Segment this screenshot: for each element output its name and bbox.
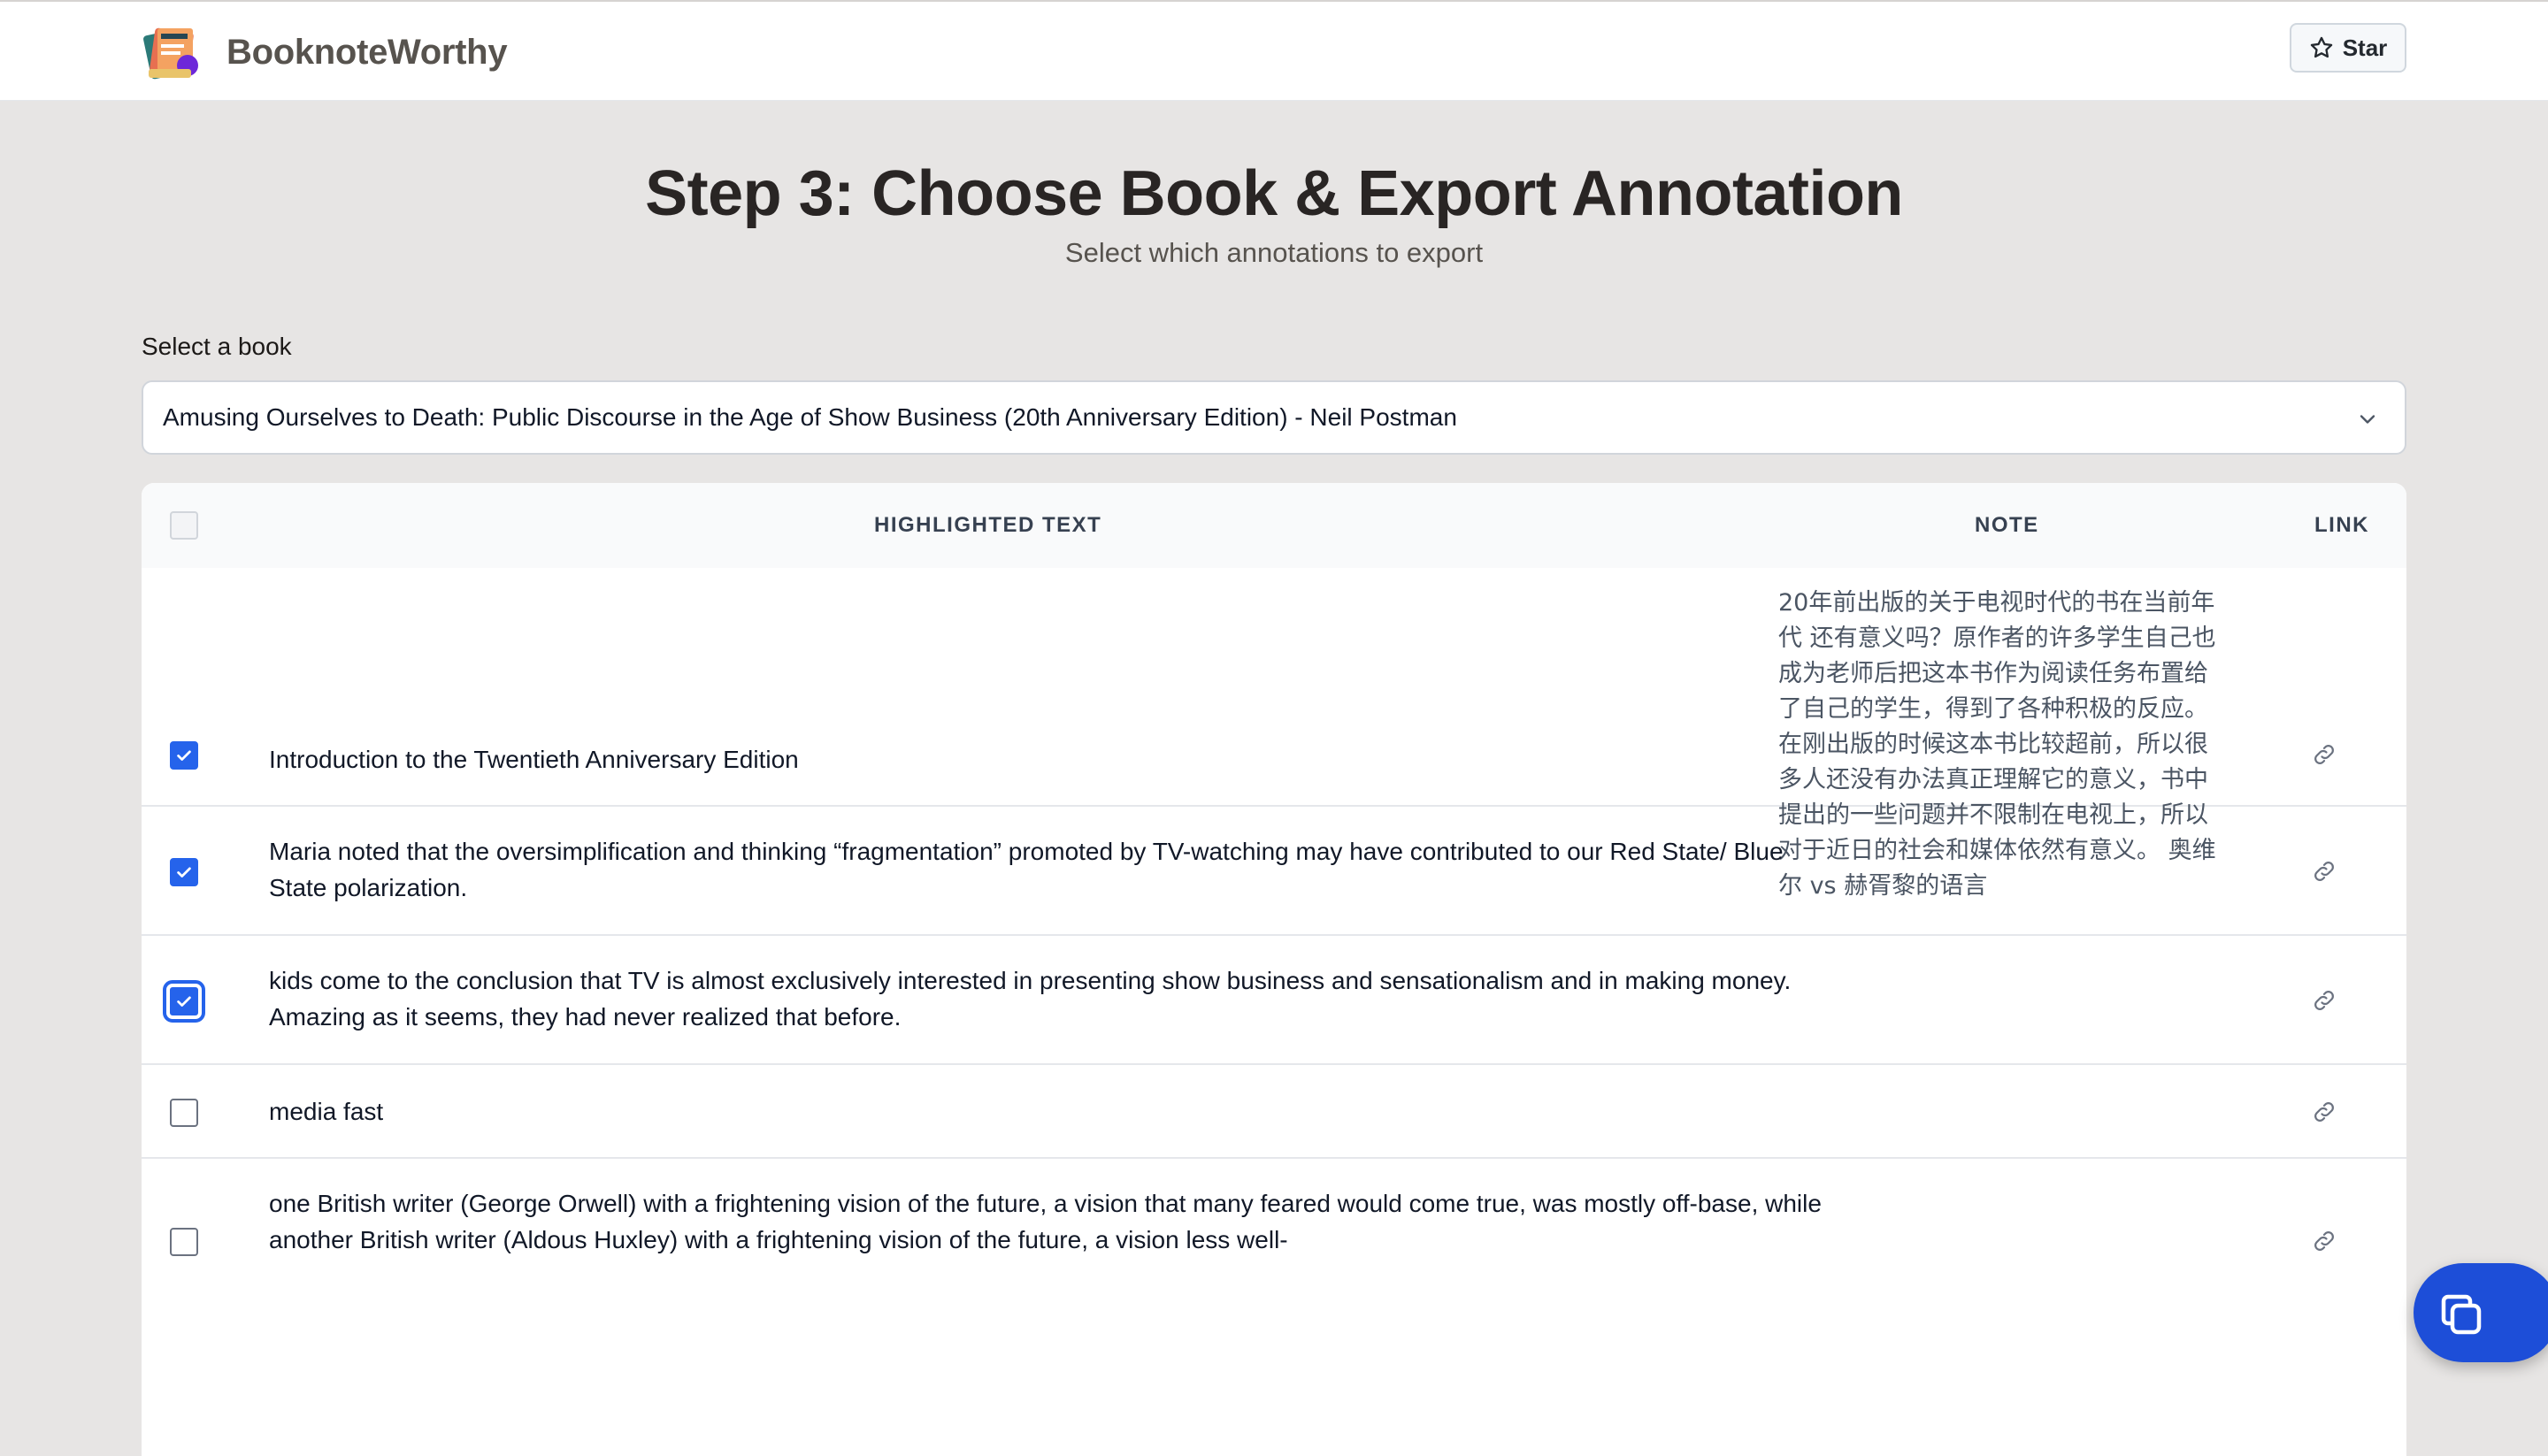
annotations-table: HIGHLIGHTED TEXT NOTE LINK Introduction … bbox=[142, 483, 2406, 1456]
chevron-down-icon bbox=[2360, 415, 2375, 424]
logo-icon bbox=[142, 23, 203, 81]
row-checkbox[interactable] bbox=[163, 980, 205, 1023]
table-header: HIGHLIGHTED TEXT NOTE LINK bbox=[142, 483, 2406, 568]
header-note: NOTE bbox=[1975, 513, 2039, 537]
select-book-label: Select a book bbox=[142, 333, 292, 360]
book-select[interactable]: Amusing Ourselves to Death: Public Disco… bbox=[142, 380, 2406, 455]
row-checkbox[interactable] bbox=[170, 741, 198, 770]
link-icon[interactable] bbox=[2311, 1099, 2337, 1125]
top-bar: BooknoteWorthy Star bbox=[0, 0, 2548, 101]
star-label: Star bbox=[2342, 34, 2388, 61]
highlighted-text: media fast bbox=[269, 1098, 384, 1125]
select-all-checkbox[interactable] bbox=[170, 511, 198, 540]
brand-name: BooknoteWorthy bbox=[226, 32, 508, 72]
copy-fab-button[interactable] bbox=[2414, 1263, 2548, 1362]
table-row: Maria noted that the oversimplification … bbox=[142, 807, 2406, 936]
page-title: Step 3: Choose Book & Export Annotation bbox=[645, 158, 1903, 229]
highlighted-text: kids come to the conclusion that TV is a… bbox=[269, 967, 1792, 1031]
table-row: media fast bbox=[142, 1065, 2406, 1159]
table-row: one British writer (George Orwell) with … bbox=[142, 1159, 2406, 1424]
link-icon[interactable] bbox=[2311, 1228, 2337, 1254]
book-select-value: Amusing Ourselves to Death: Public Disco… bbox=[163, 403, 1457, 431]
copy-icon bbox=[2441, 1294, 2482, 1335]
header-highlighted-text: HIGHLIGHTED TEXT bbox=[874, 513, 1102, 537]
row-checkbox[interactable] bbox=[170, 1228, 198, 1256]
star-button[interactable]: Star bbox=[2290, 23, 2406, 73]
row-checkbox[interactable] bbox=[170, 858, 198, 886]
table-row: kids come to the conclusion that TV is a… bbox=[142, 936, 2406, 1065]
brand-link[interactable]: BooknoteWorthy bbox=[142, 23, 508, 81]
link-icon[interactable] bbox=[2311, 987, 2337, 1014]
star-icon bbox=[2310, 36, 2332, 58]
highlighted-text: one British writer (George Orwell) with … bbox=[269, 1190, 1822, 1253]
link-icon[interactable] bbox=[2311, 858, 2337, 885]
highlighted-text: Introduction to the Twentieth Anniversar… bbox=[269, 746, 799, 773]
row-checkbox[interactable] bbox=[170, 1099, 198, 1127]
page-subtitle: Select which annotations to export bbox=[1064, 237, 1484, 268]
highlighted-text: Maria noted that the oversimplification … bbox=[269, 838, 1784, 901]
link-icon[interactable] bbox=[2311, 741, 2337, 768]
header-link: LINK bbox=[2314, 513, 2369, 537]
table-row: Introduction to the Twentieth Anniversar… bbox=[142, 568, 2406, 900]
